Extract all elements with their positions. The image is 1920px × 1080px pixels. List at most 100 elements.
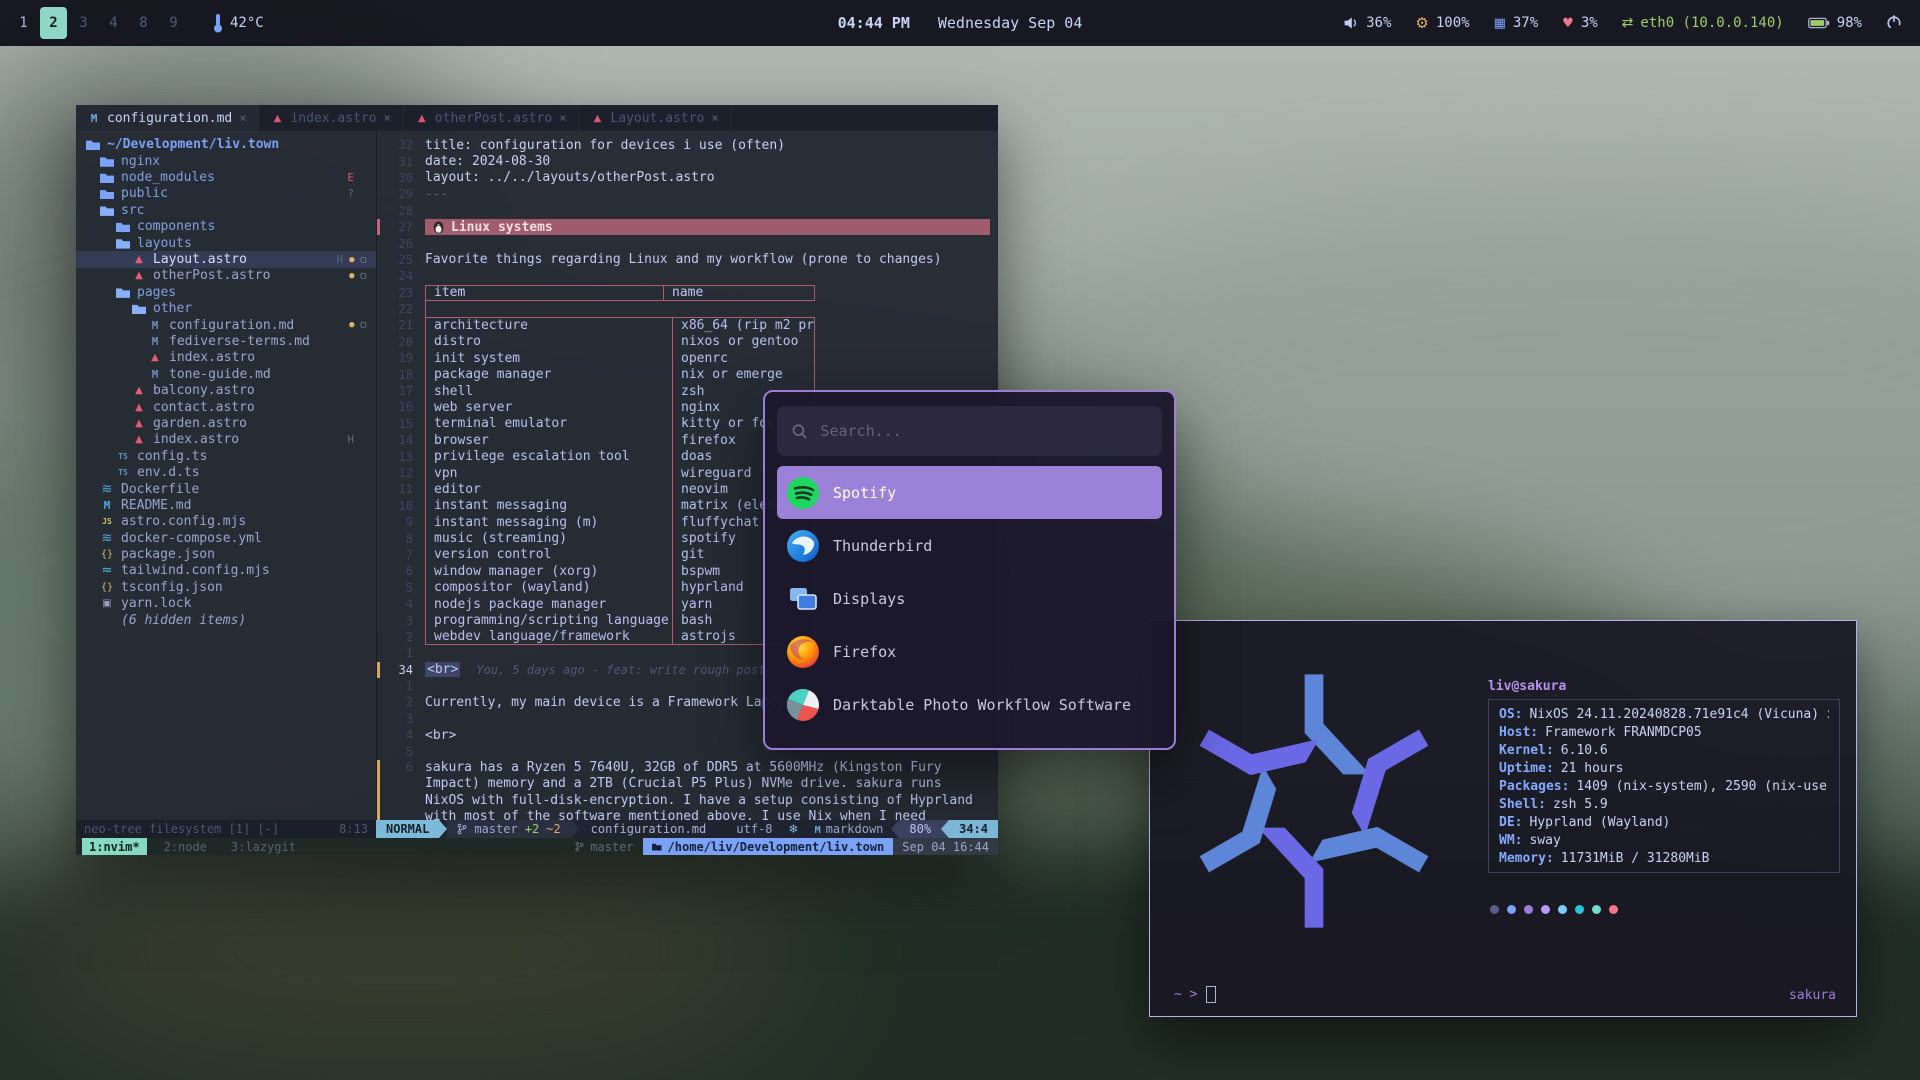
tree-item[interactable]: astro.config.mjs — [76, 514, 376, 530]
tree-item-label: astro.config.mjs — [121, 514, 246, 529]
line-number: 10 — [383, 499, 425, 513]
fetch-info-line: DE: Hyprland (Wayland) — [1499, 814, 1829, 830]
fetch-terminal[interactable]: liv@sakura OS: NixOS 24.11.20240828.71e9… — [1149, 620, 1857, 1017]
tree-item[interactable]: tone-guide.md — [76, 366, 376, 382]
editor-tab[interactable]: configuration.md × — [76, 105, 259, 131]
tmux-branch-name: master — [590, 840, 633, 854]
file-icon — [148, 368, 162, 380]
workspace-button[interactable]: 3 — [70, 7, 97, 39]
cursor-location: 34:4 — [949, 820, 998, 838]
tree-item-label: env.d.ts — [137, 465, 200, 480]
tree-item[interactable]: garden.astro — [76, 415, 376, 431]
tree-item[interactable]: package.json — [76, 546, 376, 562]
tree-item-label: other — [153, 301, 192, 316]
tree-item[interactable]: components — [76, 219, 376, 235]
tree-item[interactable]: nginx — [76, 153, 376, 169]
table-cells: webdev language/framework astrojs — [425, 629, 815, 645]
file-icon — [132, 401, 146, 413]
brightness-module[interactable]: ⚙ 100% — [1415, 14, 1469, 32]
markdown-icon — [815, 822, 821, 836]
tree-root[interactable]: ~/Development/liv.town — [76, 136, 376, 153]
tree-item[interactable]: otherPost.astro ● ▢ — [76, 268, 376, 284]
fetch-label: Uptime: — [1499, 761, 1554, 776]
table-cell-item: architecture — [426, 318, 673, 333]
tmux-window[interactable]: 3:lazygit — [224, 838, 303, 855]
launcher-item-firefox[interactable]: Firefox — [777, 625, 1162, 678]
gutter-sign — [377, 662, 380, 678]
workspace-button[interactable]: 1 — [10, 7, 37, 39]
launcher-item-spotify[interactable]: Spotify — [777, 466, 1162, 519]
disk-module[interactable]: ▦ 37% — [1494, 15, 1539, 31]
volume-module[interactable]: 36% — [1343, 15, 1391, 31]
fetch-label: OS: — [1499, 707, 1522, 722]
line-number: 11 — [383, 482, 425, 496]
disk-value: 37% — [1513, 15, 1538, 31]
tree-item[interactable]: contact.astro — [76, 399, 376, 415]
search-input[interactable] — [818, 421, 1148, 441]
line-number: 1 — [383, 679, 425, 693]
tab-close-icon[interactable]: × — [711, 111, 718, 125]
tab-close-icon[interactable]: × — [384, 111, 391, 125]
fetch-info-line: Shell: zsh 5.9 — [1499, 796, 1829, 812]
file-tree[interactable]: ~/Development/liv.town nginx — [76, 131, 376, 820]
line-number: 25 — [383, 253, 425, 267]
tree-item[interactable]: other — [76, 301, 376, 317]
tmux-window[interactable]: 2:node — [157, 838, 214, 855]
app-launcher[interactable]: Spotify Thunderbird Displays Firefox Dar… — [763, 390, 1176, 750]
workspace-button[interactable]: 9 — [160, 7, 187, 39]
tree-item[interactable]: docker-compose.yml — [76, 530, 376, 546]
cpu-module[interactable]: ♥ 3% — [1562, 15, 1598, 31]
fetch-info: liv@sakura OS: NixOS 24.11.20240828.71e9… — [1488, 679, 1840, 914]
tree-item[interactable]: config.ts — [76, 448, 376, 464]
tree-item[interactable]: Dockerfile — [76, 481, 376, 497]
launcher-item-darktable[interactable]: Darktable Photo Workflow Software — [777, 678, 1162, 731]
clock-time: 04:44 PM — [838, 14, 910, 32]
tree-item[interactable]: tailwind.config.mjs — [76, 563, 376, 579]
tree-item[interactable]: configuration.md ● ▢ — [76, 317, 376, 333]
tree-item[interactable]: Layout.astro H ● ▢ — [76, 251, 376, 267]
workspace-button[interactable]: 8 — [130, 7, 157, 39]
git-branch-icon — [457, 822, 467, 836]
line-number: 20 — [383, 335, 425, 349]
tree-item-marks: E — [347, 171, 366, 184]
tree-item-label: balcony.astro — [153, 383, 255, 398]
tree-item[interactable]: README.md — [76, 497, 376, 513]
gutter-sign — [377, 416, 380, 432]
tree-item[interactable]: public ? — [76, 186, 376, 202]
workspace-button[interactable]: 4 — [100, 7, 127, 39]
battery-module[interactable]: 98% — [1808, 15, 1862, 31]
tree-item[interactable]: env.d.ts — [76, 464, 376, 480]
launcher-item-thunderbird[interactable]: Thunderbird — [777, 519, 1162, 572]
tree-item[interactable]: yarn.lock — [76, 596, 376, 612]
workspace-button[interactable]: 2 — [40, 7, 67, 39]
tree-item[interactable]: src — [76, 202, 376, 218]
tree-item[interactable]: (6 hidden items) — [76, 612, 376, 628]
tree-item[interactable]: index.astro — [76, 350, 376, 366]
segment-separator — [439, 820, 447, 838]
gutter-sign — [377, 760, 380, 820]
tab-close-icon[interactable]: × — [559, 111, 566, 125]
editor-tab[interactable]: Layout.astro × — [579, 105, 731, 131]
shell-prompt[interactable]: ~ > — [1174, 986, 1216, 1003]
tree-item-label: otherPost.astro — [153, 268, 270, 283]
cursor-text: <br> — [425, 662, 460, 677]
file-icon — [100, 532, 114, 544]
tab-close-icon[interactable]: × — [239, 111, 246, 125]
editor-tab[interactable]: otherPost.astro × — [404, 105, 580, 131]
tree-item[interactable]: node_modules E — [76, 169, 376, 185]
editor-tab[interactable]: index.astro × — [259, 105, 403, 131]
table-cells: programming/scripting language bash — [425, 612, 815, 628]
tree-item[interactable]: balcony.astro — [76, 382, 376, 398]
tree-item[interactable]: index.astro H — [76, 432, 376, 448]
tree-item[interactable]: fediverse-terms.md — [76, 333, 376, 349]
tree-item[interactable]: pages — [76, 284, 376, 300]
launcher-item-displays[interactable]: Displays — [777, 572, 1162, 625]
tmux-window[interactable]: 1:nvim* — [82, 838, 147, 855]
tree-item[interactable]: layouts — [76, 235, 376, 251]
network-module[interactable]: ⇄ eth0 (10.0.0.140) — [1622, 15, 1784, 31]
table-cell-name: nixos or gentoo — [673, 334, 814, 350]
tree-item[interactable]: tsconfig.json — [76, 579, 376, 595]
power-button[interactable] — [1886, 15, 1902, 31]
launcher-search[interactable] — [777, 406, 1162, 456]
line-number: 31 — [383, 155, 425, 169]
